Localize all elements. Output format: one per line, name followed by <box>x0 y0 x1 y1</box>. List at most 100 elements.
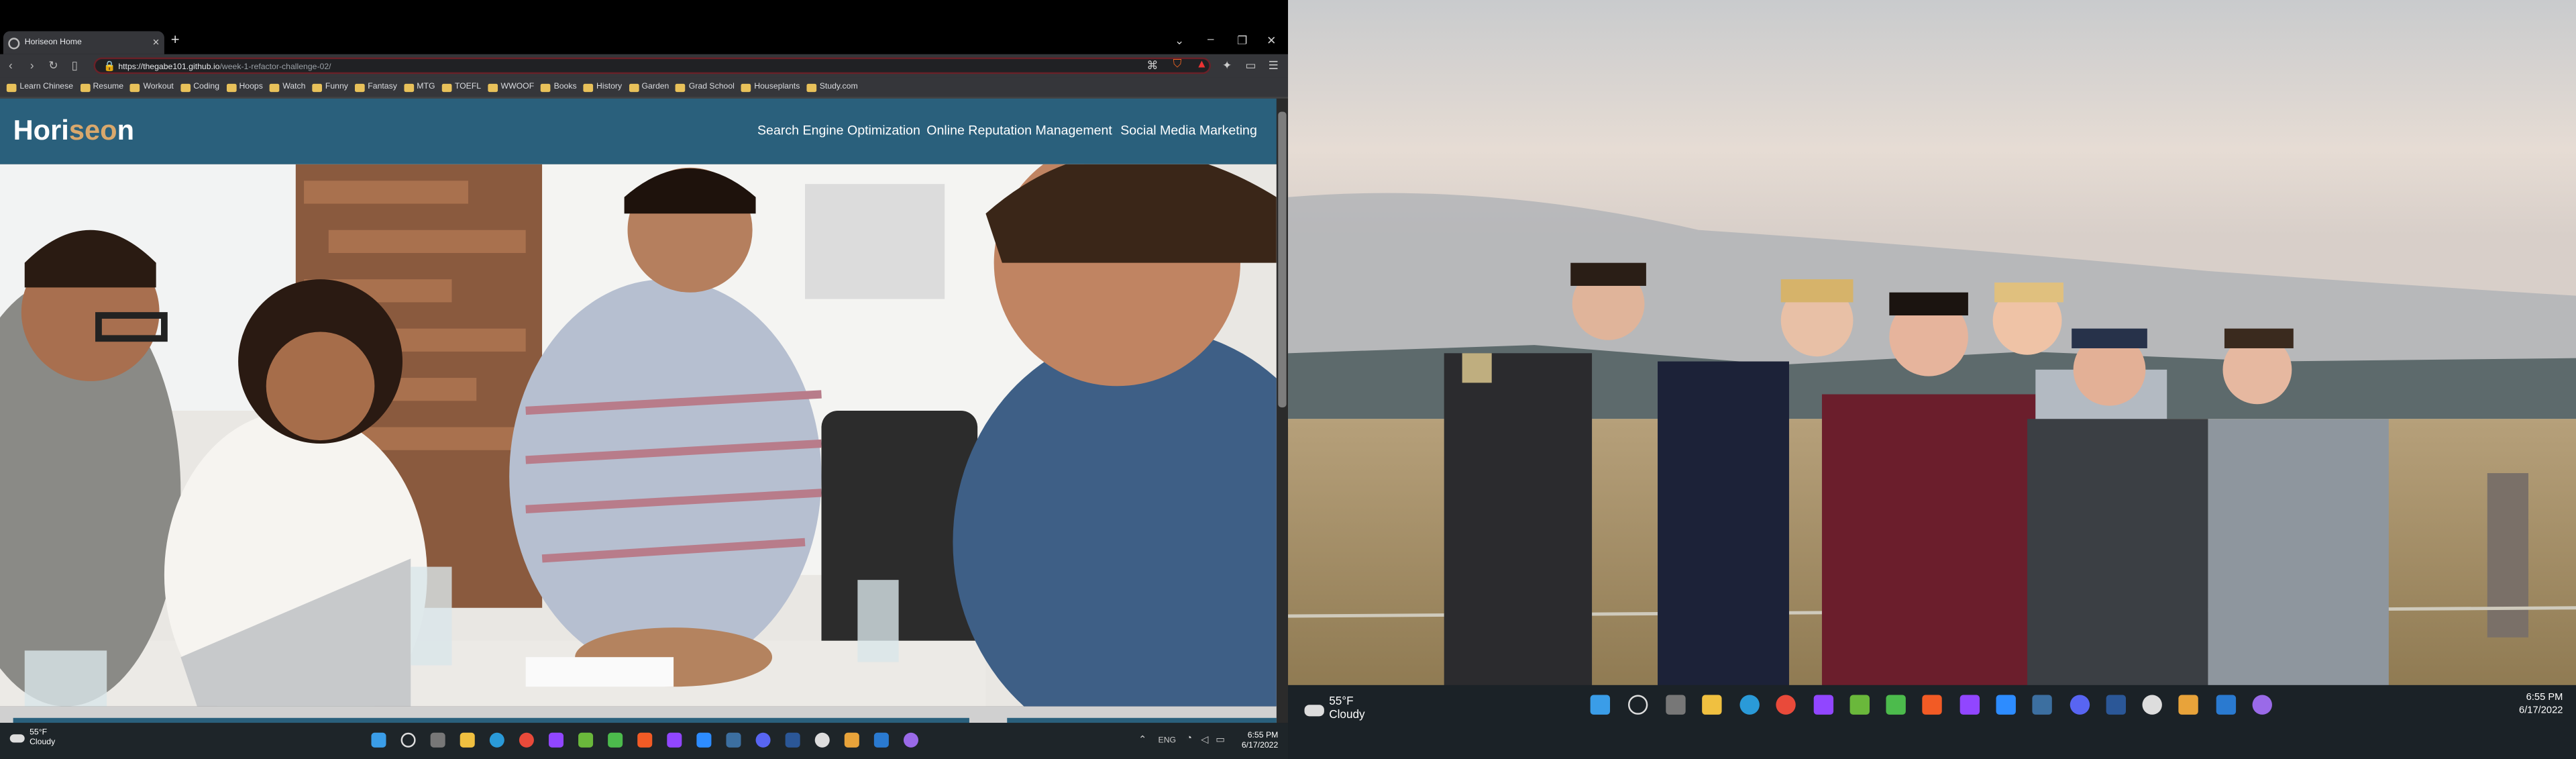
battery-icon[interactable]: ▭ <box>1216 734 1225 746</box>
file-explorer-icon[interactable] <box>460 732 475 748</box>
bookmark-item[interactable]: History <box>583 82 622 92</box>
close-tab-icon[interactable]: × <box>153 37 160 48</box>
brave-icon-right[interactable] <box>1922 695 1942 715</box>
bookmark-item[interactable]: Funny <box>312 82 348 92</box>
bookmark-item[interactable]: Coding <box>180 82 219 92</box>
windows-start-icon[interactable] <box>371 732 386 748</box>
nvidia-icon[interactable] <box>578 732 594 748</box>
vscode-icon[interactable] <box>873 732 889 748</box>
bookmark-item[interactable]: Books <box>540 82 577 93</box>
browser-tab[interactable]: Horiseon Home × <box>3 31 164 54</box>
zoom-icon[interactable] <box>696 732 712 748</box>
edge-icon[interactable] <box>489 732 504 748</box>
steam-icon-right[interactable] <box>2032 695 2052 715</box>
app-icon-right[interactable] <box>2142 695 2162 715</box>
bookmark-label: Houseplants <box>754 82 800 93</box>
git-icon[interactable] <box>844 732 859 748</box>
reload-button[interactable]: ↻ <box>43 59 64 72</box>
share-icon[interactable]: ⌘ <box>1146 59 1158 72</box>
page-scrollbar[interactable] <box>1276 98 1289 723</box>
app-icon[interactable] <box>814 732 830 748</box>
git-icon-right[interactable] <box>2178 695 2198 715</box>
word-icon[interactable] <box>785 732 800 748</box>
chevron-down-icon[interactable]: ⌄ <box>1175 34 1184 48</box>
right-monitor: 55°F Cloudy 6:55 PM 6/17/2022 <box>1288 0 2576 759</box>
wechat-icon-right[interactable] <box>1886 695 1906 715</box>
extensions-icon[interactable]: ✦ <box>1222 59 1232 72</box>
bookmark-item[interactable]: Workout <box>129 82 174 92</box>
brave-shield-icon[interactable]: ⛉ <box>1173 59 1182 72</box>
vscode-icon-right[interactable] <box>2216 695 2237 715</box>
minimize-button[interactable]: – <box>1208 34 1214 46</box>
bookmark-item[interactable]: Study.com <box>806 82 858 92</box>
bookmark-item[interactable]: Houseplants <box>741 82 800 92</box>
folder-icon <box>741 83 751 91</box>
folder-icon <box>806 83 816 91</box>
bookmark-item[interactable]: WWOOF <box>487 82 534 92</box>
search-icon[interactable] <box>400 732 416 748</box>
weather-widget[interactable]: 55°F Cloudy <box>9 727 56 748</box>
zoom-icon-right[interactable] <box>1996 695 2016 715</box>
taskbar-clock[interactable]: 6:55 PM 6/17/2022 <box>1232 731 1279 751</box>
clock-time: 6:55 PM <box>1247 731 1279 742</box>
bookmark-label: Coding <box>193 82 220 93</box>
bookmark-item[interactable]: TOEFL <box>441 82 481 92</box>
brave-icon[interactable] <box>637 732 653 748</box>
clock-date: 6/17/2022 <box>1241 741 1279 751</box>
search-icon-right[interactable] <box>1627 695 1648 715</box>
menu-icon[interactable]: ☰ <box>1269 59 1279 72</box>
file-explorer-icon-right[interactable] <box>1702 695 1722 715</box>
chrome-icon[interactable] <box>519 732 534 748</box>
bookmark-icon[interactable]: ▯ <box>64 59 86 72</box>
twitch-studio-icon-right[interactable] <box>1960 695 1980 715</box>
site-logo[interactable]: Horiseon <box>13 115 134 148</box>
nvidia-icon-right[interactable] <box>1849 695 1870 715</box>
bookmark-item[interactable]: Watch <box>269 82 305 92</box>
discord-icon[interactable] <box>755 732 771 748</box>
bookmark-label: Learn Chinese <box>19 82 74 93</box>
discord-icon-right[interactable] <box>2070 695 2090 715</box>
nav-social-link[interactable]: Social Media Marketing <box>1120 123 1257 138</box>
address-bar[interactable]: 🔒 https://thegabe101.github.io/week-1-re… <box>93 57 1211 74</box>
github-icon-right[interactable] <box>2252 695 2272 715</box>
nav-seo-link[interactable]: Search Engine Optimization <box>757 123 920 138</box>
bookmark-label: Books <box>553 82 577 93</box>
folder-icon <box>583 83 594 91</box>
steam-icon[interactable] <box>726 732 741 748</box>
close-window-button[interactable]: ✕ <box>1267 34 1276 48</box>
bookmark-item[interactable]: Grad School <box>676 82 735 92</box>
scrollbar-thumb[interactable] <box>1278 111 1287 408</box>
weather-condition: Cloudy <box>30 738 56 748</box>
sidebar-icon[interactable]: ▭ <box>1245 59 1256 72</box>
twitch-studio-icon[interactable] <box>667 732 682 748</box>
right-taskbar: 55°F Cloudy 6:55 PM 6/17/2022 <box>1288 685 2576 759</box>
bookmark-item[interactable]: Learn Chinese <box>6 82 74 93</box>
weather-widget-right[interactable]: 55°F Cloudy <box>1304 697 1365 723</box>
wechat-icon[interactable] <box>608 732 623 748</box>
bookmark-item[interactable]: Fantasy <box>354 82 397 92</box>
network-icon[interactable]: ◔ <box>1186 734 1192 744</box>
tray-chevron-icon[interactable]: ⌃ <box>1138 734 1146 746</box>
bookmark-item[interactable]: MTG <box>403 82 435 92</box>
task-view-icon[interactable] <box>430 732 445 748</box>
twitch-icon[interactable] <box>548 732 564 748</box>
bookmark-item[interactable]: Resume <box>79 82 123 92</box>
nav-reputation-link[interactable]: Online Reputation Management <box>926 123 1112 138</box>
task-view-icon-right[interactable] <box>1666 695 1686 715</box>
back-button[interactable]: ‹ <box>0 60 21 71</box>
bookmark-item[interactable]: Garden <box>628 82 669 92</box>
bookmark-item[interactable]: Hoops <box>225 82 263 92</box>
rewards-icon[interactable]: ▲ <box>1196 59 1208 70</box>
windows-start-icon-right[interactable] <box>1590 695 1611 715</box>
maximize-button[interactable]: ❐ <box>1237 34 1247 48</box>
taskbar-clock-right[interactable]: 6:55 PM 6/17/2022 <box>2504 692 2563 718</box>
word-icon-right[interactable] <box>2106 695 2127 715</box>
twitch-icon-right[interactable] <box>1813 695 1834 715</box>
new-tab-button[interactable]: + <box>171 32 180 48</box>
github-icon[interactable] <box>903 732 918 748</box>
chrome-icon-right[interactable] <box>1776 695 1796 715</box>
language-indicator[interactable]: ENG <box>1159 736 1177 746</box>
edge-icon-right[interactable] <box>1739 695 1760 715</box>
volume-icon[interactable]: ◁ <box>1201 734 1208 746</box>
forward-button[interactable]: › <box>21 60 43 71</box>
